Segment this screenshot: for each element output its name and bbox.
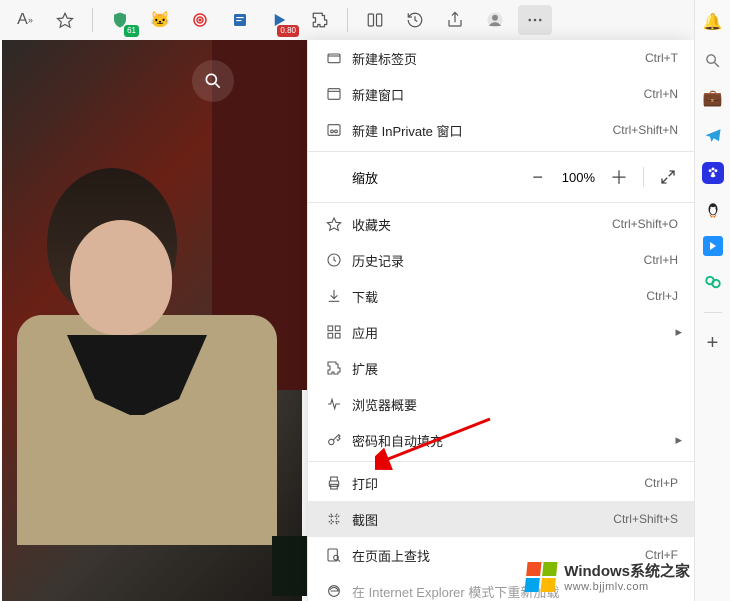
inprivate-icon [322, 122, 346, 138]
menu-label: 扩展 [346, 359, 678, 378]
menu-history[interactable]: 历史记录 Ctrl+H [308, 242, 694, 278]
menu-new-window[interactable]: 新建窗口 Ctrl+N [308, 76, 694, 112]
toolbar-divider [347, 8, 348, 32]
puzzle-icon [322, 360, 346, 376]
apps-icon [322, 324, 346, 340]
watermark: Windows系统之家 www.bjjmlv.com [526, 560, 690, 593]
sidebar-qq-icon[interactable] [701, 198, 725, 222]
more-menu-button[interactable] [518, 5, 552, 35]
star-icon [322, 216, 346, 232]
fullscreen-button[interactable] [650, 162, 686, 192]
shield-badge: 61 [124, 25, 139, 37]
video-badge: 0.80 [277, 25, 299, 37]
menu-zoom: 缩放 − 100% ＋ [308, 155, 694, 199]
target-icon[interactable] [183, 5, 217, 35]
history-icon[interactable] [398, 5, 432, 35]
sidebar-app-icon[interactable] [703, 236, 723, 256]
video-ext-icon[interactable]: 0.80 [263, 5, 297, 35]
download-icon [322, 288, 346, 304]
settings-menu: 新建标签页 Ctrl+T 新建窗口 Ctrl+N 新建 InPrivate 窗口… [307, 40, 694, 601]
menu-passwords[interactable]: 密码和自动填充 ▸ [308, 422, 694, 458]
menu-new-tab[interactable]: 新建标签页 Ctrl+T [308, 40, 694, 76]
menu-apps[interactable]: 应用 ▸ [308, 314, 694, 350]
menu-label: 浏览器概要 [346, 395, 678, 414]
sidebar-green-icon[interactable] [701, 270, 725, 294]
sidebar-add-button[interactable]: + [701, 331, 725, 355]
shield-icon[interactable]: 61 [103, 5, 137, 35]
sidebar-bell-icon[interactable]: 🔔 [701, 10, 725, 34]
menu-label: 新建 InPrivate 窗口 [346, 121, 613, 140]
key-icon [322, 432, 346, 448]
browser-toolbar: A» 61 🐱 0.80 [0, 0, 730, 40]
sidebar-briefcase-icon[interactable]: 💼 [701, 86, 725, 110]
sidebar-divider [704, 312, 722, 313]
ie-icon [322, 583, 346, 599]
sidebar-baidu-icon[interactable] [702, 162, 724, 184]
menu-separator [308, 461, 694, 462]
split-screen-icon[interactable] [358, 5, 392, 35]
extensions-icon[interactable] [303, 5, 337, 35]
note-ext-icon[interactable] [223, 5, 257, 35]
cat-ext-icon[interactable]: 🐱 [143, 5, 177, 35]
menu-label: 密码和自动填充 [346, 431, 678, 450]
page-content [2, 40, 302, 601]
sidebar-search-icon[interactable] [701, 48, 725, 72]
menu-shortcut: Ctrl+Shift+S [613, 512, 678, 526]
menu-shortcut: Ctrl+Shift+N [613, 123, 678, 137]
history-icon [322, 252, 346, 268]
menu-shortcut: Ctrl+N [644, 87, 678, 101]
menu-shortcut: Ctrl+Shift+O [612, 217, 678, 231]
toolbar-divider [92, 8, 93, 32]
menu-downloads[interactable]: 下载 Ctrl+J [308, 278, 694, 314]
search-icon[interactable] [192, 60, 234, 102]
menu-extensions[interactable]: 扩展 [308, 350, 694, 386]
menu-favorites[interactable]: 收藏夹 Ctrl+Shift+O [308, 206, 694, 242]
menu-label: 收藏夹 [346, 215, 612, 234]
menu-label: 应用 [346, 323, 678, 342]
menu-shortcut: Ctrl+H [644, 253, 678, 267]
tab-icon [322, 50, 346, 66]
menu-separator [308, 151, 694, 152]
sidebar-telegram-icon[interactable] [701, 124, 725, 148]
menu-label: 新建窗口 [346, 85, 644, 104]
pulse-icon [322, 396, 346, 412]
menu-label: 截图 [346, 510, 613, 529]
favorite-star-icon[interactable] [48, 5, 82, 35]
screenshot-icon [322, 511, 346, 527]
find-icon [322, 547, 346, 563]
menu-label: 打印 [346, 474, 644, 493]
windows-logo-icon [525, 562, 558, 592]
chevron-right-icon: ▸ [675, 324, 682, 340]
menu-label: 新建标签页 [346, 49, 645, 68]
window-icon [322, 86, 346, 102]
menu-label: 下载 [346, 287, 646, 306]
vertical-sidebar: 🔔 💼 + [694, 0, 730, 601]
menu-separator [308, 202, 694, 203]
read-aloud-icon[interactable]: A» [8, 5, 42, 35]
menu-print[interactable]: 打印 Ctrl+P [308, 465, 694, 501]
zoom-value: 100% [556, 170, 601, 185]
share-icon[interactable] [438, 5, 472, 35]
menu-screenshot[interactable]: 截图 Ctrl+Shift+S [308, 501, 694, 537]
profile-icon[interactable] [478, 5, 512, 35]
menu-label: 历史记录 [346, 251, 644, 270]
watermark-title: Windows系统之家 [564, 563, 690, 580]
printer-icon [322, 475, 346, 491]
watermark-sub: www.bjjmlv.com [564, 581, 690, 593]
menu-new-inprivate[interactable]: 新建 InPrivate 窗口 Ctrl+Shift+N [308, 112, 694, 148]
zoom-label: 缩放 [352, 168, 520, 187]
chevron-right-icon: ▸ [675, 432, 682, 448]
menu-shortcut: Ctrl+P [644, 476, 678, 490]
menu-shortcut: Ctrl+J [646, 289, 678, 303]
zoom-out-button[interactable]: − [520, 162, 556, 192]
menu-performance[interactable]: 浏览器概要 [308, 386, 694, 422]
zoom-in-button[interactable]: ＋ [601, 162, 637, 192]
menu-shortcut: Ctrl+T [645, 51, 678, 65]
